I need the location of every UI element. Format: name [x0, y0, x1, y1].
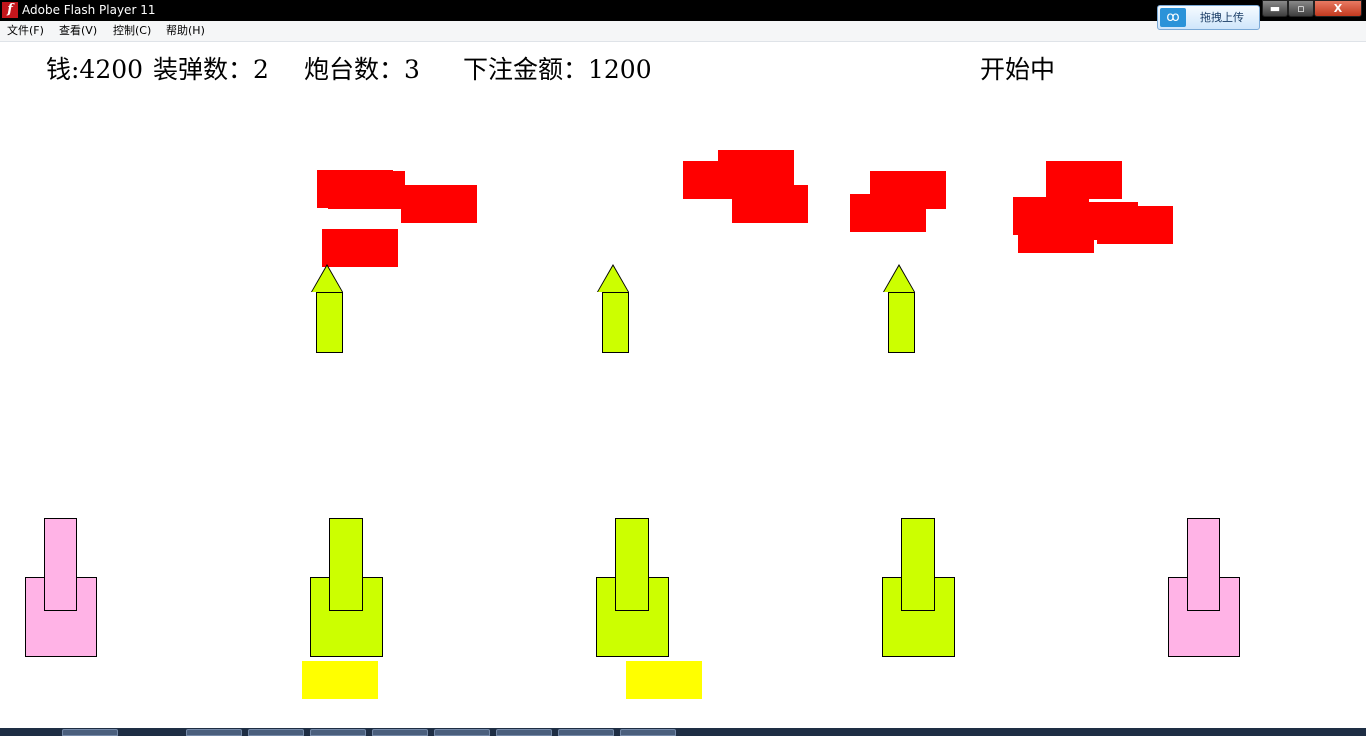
- menu-file[interactable]: 文件(F): [7, 24, 44, 38]
- close-button[interactable]: X: [1314, 0, 1362, 17]
- menu-control[interactable]: 控制(C): [113, 24, 151, 38]
- turret-barrel: [901, 518, 935, 611]
- shell-block: [302, 661, 378, 699]
- menu-view[interactable]: 查看(V): [59, 24, 97, 38]
- taskbar-button[interactable]: [434, 729, 490, 736]
- turret-barrel: [44, 518, 77, 611]
- flash-icon: f: [2, 2, 18, 18]
- cloud-link-icon: ꝏ: [1160, 8, 1186, 27]
- enemy-block: [1060, 202, 1138, 240]
- enemy-block: [322, 229, 398, 267]
- taskbar-button[interactable]: [62, 729, 118, 736]
- game-status: 开始中: [980, 55, 1056, 84]
- game-stage[interactable]: 钱:4200 装弹数：2 炮台数：3 下注金额：1200 开始中: [0, 42, 1366, 728]
- ammo-counter: 装弹数：2: [153, 55, 269, 84]
- turret-counter: 炮台数：3: [304, 55, 420, 84]
- turret-barrel: [329, 518, 363, 611]
- turret-barrel: [615, 518, 649, 611]
- window-title: Adobe Flash Player 11: [22, 3, 156, 17]
- enemy-block: [328, 171, 405, 209]
- bullet-tip: [884, 266, 914, 292]
- enemy-block: [1046, 161, 1122, 199]
- maximize-button[interactable]: ▫: [1288, 0, 1314, 17]
- turret-barrel: [1187, 518, 1220, 611]
- enemy-block: [850, 194, 926, 232]
- bullet-tip: [598, 266, 628, 292]
- taskbar-button[interactable]: [248, 729, 304, 736]
- drag-upload-label: 拖拽上传: [1200, 11, 1244, 24]
- bullet-tip: [312, 266, 342, 292]
- menu-help[interactable]: 帮助(H): [166, 24, 205, 38]
- taskbar-button[interactable]: [186, 729, 242, 736]
- taskbar-button[interactable]: [620, 729, 676, 736]
- drag-upload-button[interactable]: ꝏ 拖拽上传: [1157, 5, 1260, 30]
- bullet-shaft: [316, 292, 343, 353]
- bullet-shaft: [888, 292, 915, 353]
- taskbar-button[interactable]: [558, 729, 614, 736]
- taskbar-button[interactable]: [496, 729, 552, 736]
- money-counter: 钱:4200: [46, 55, 144, 84]
- minimize-button[interactable]: ▬: [1262, 0, 1288, 17]
- taskbar-button[interactable]: [372, 729, 428, 736]
- bet-amount: 下注金额：1200: [463, 55, 652, 84]
- enemy-block: [401, 185, 477, 223]
- taskbar-button[interactable]: [310, 729, 366, 736]
- os-taskbar: [0, 728, 1366, 736]
- enemy-block: [732, 185, 808, 223]
- shell-block: [626, 661, 702, 699]
- bullet-shaft: [602, 292, 629, 353]
